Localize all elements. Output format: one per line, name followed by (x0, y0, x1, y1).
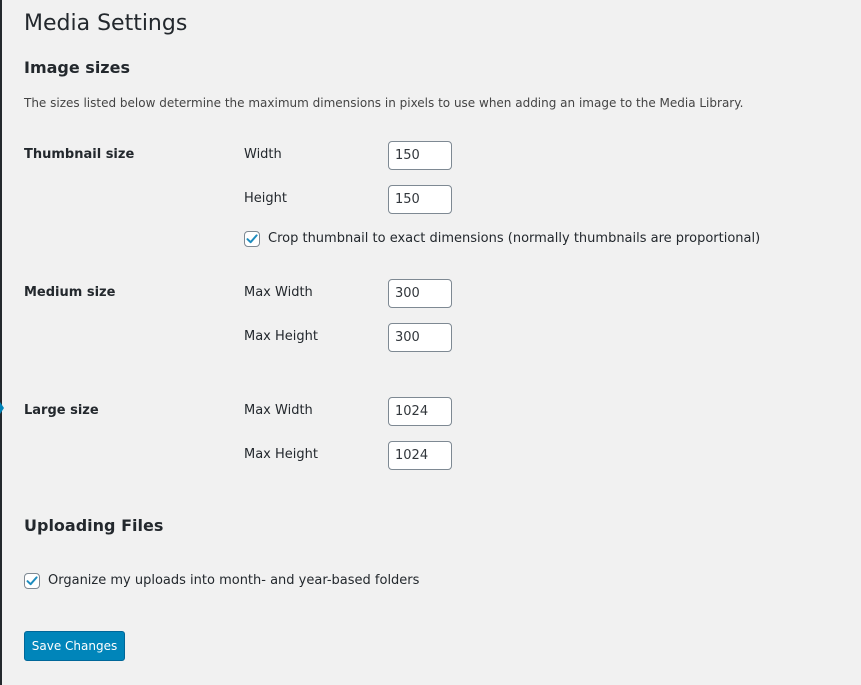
page-title: Media Settings (24, 11, 188, 36)
large-width-label: Max Width (244, 403, 313, 418)
large-height-input[interactable] (388, 441, 452, 470)
checkmark-icon (26, 576, 38, 586)
save-changes-button[interactable]: Save Changes (24, 631, 125, 661)
image-sizes-heading: Image sizes (24, 58, 130, 77)
thumbnail-width-input[interactable] (388, 141, 452, 170)
menu-current-arrow-icon (0, 402, 4, 414)
admin-sidebar-edge (0, 0, 2, 685)
medium-width-label: Max Width (244, 285, 313, 300)
medium-width-input[interactable] (388, 279, 452, 308)
medium-height-input[interactable] (388, 323, 452, 352)
thumbnail-height-label: Height (244, 191, 287, 206)
image-sizes-description: The sizes listed below determine the max… (24, 96, 744, 110)
medium-size-label: Medium size (24, 285, 116, 300)
checkmark-icon (246, 234, 258, 244)
thumbnail-width-label: Width (244, 147, 282, 162)
crop-thumbnail-label[interactable]: Crop thumbnail to exact dimensions (norm… (268, 230, 760, 248)
organize-uploads-label[interactable]: Organize my uploads into month- and year… (48, 572, 419, 590)
organize-uploads-checkbox[interactable] (24, 573, 40, 589)
crop-thumbnail-checkbox[interactable] (244, 231, 260, 247)
uploading-files-heading: Uploading Files (24, 516, 164, 535)
large-size-label: Large size (24, 403, 99, 418)
thumbnail-height-input[interactable] (388, 185, 452, 214)
thumbnail-size-label: Thumbnail size (24, 147, 135, 162)
medium-height-label: Max Height (244, 329, 318, 344)
large-width-input[interactable] (388, 397, 452, 426)
large-height-label: Max Height (244, 447, 318, 462)
